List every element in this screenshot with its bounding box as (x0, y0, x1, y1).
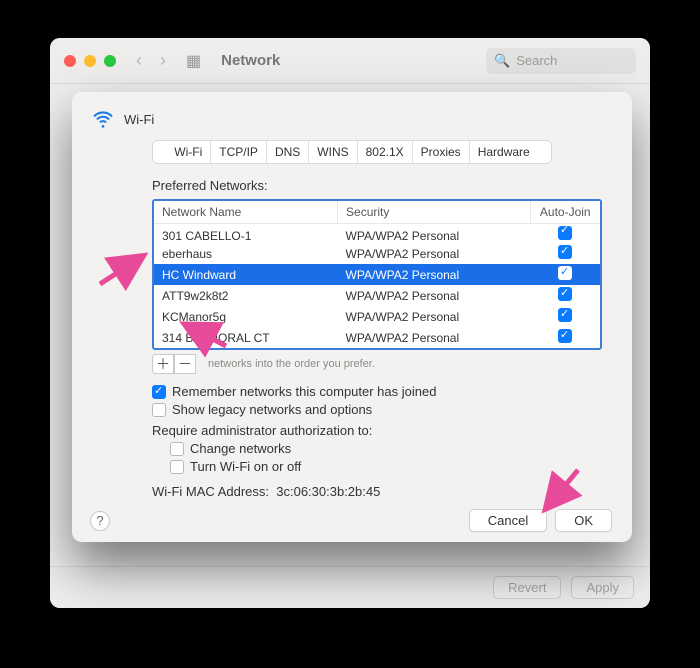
window-title: Network (221, 52, 280, 69)
preferred-networks-table[interactable]: Network Name Security Auto-Join 301 CABE… (152, 199, 602, 350)
remove-network-button[interactable]: － (174, 354, 196, 374)
titlebar: ‹ › ▦ Network 🔍 Search (50, 38, 650, 84)
preferred-networks-label: Preferred Networks: (152, 178, 602, 193)
window-controls[interactable] (64, 55, 116, 67)
require-admin-label: Require administrator authorization to: (152, 423, 372, 438)
search-input[interactable]: 🔍 Search (486, 48, 636, 74)
tab-hardware[interactable]: Hardware (469, 141, 538, 163)
tab-dns[interactable]: DNS (266, 141, 308, 163)
help-button[interactable]: ? (90, 511, 110, 531)
sheet-title: Wi-Fi (124, 112, 154, 127)
wifi-advanced-sheet: Wi-Fi Wi-Fi TCP/IP DNS WINS 802.1X Proxi… (72, 92, 632, 542)
search-placeholder: Search (516, 53, 557, 68)
forward-button[interactable]: › (160, 50, 166, 71)
tabbar[interactable]: Wi-Fi TCP/IP DNS WINS 802.1X Proxies Har… (152, 140, 552, 164)
table-row[interactable]: 301 CABELLO-1WPA/WPA2 Personal (154, 224, 600, 244)
col-auto-join[interactable]: Auto-Join (530, 201, 600, 224)
minimize-icon[interactable] (84, 55, 96, 67)
table-row[interactable]: HC WindwardWPA/WPA2 Personal (154, 264, 600, 285)
close-icon[interactable] (64, 55, 76, 67)
col-network-name[interactable]: Network Name (154, 201, 338, 224)
apply-button[interactable]: Apply (571, 576, 634, 599)
show-legacy-label: Show legacy networks and options (172, 402, 372, 417)
col-security[interactable]: Security (338, 201, 530, 224)
tab-8021x[interactable]: 802.1X (357, 141, 412, 163)
table-row[interactable]: KCManor5gWPA/WPA2 Personal (154, 306, 600, 327)
auto-join-checkbox[interactable] (558, 329, 572, 343)
remember-networks-label: Remember networks this computer has join… (172, 384, 436, 399)
prefs-footer: Revert Apply (50, 566, 650, 608)
change-networks-checkbox[interactable] (170, 442, 184, 456)
auto-join-checkbox[interactable] (558, 308, 572, 322)
table-row[interactable]: eberhausWPA/WPA2 Personal (154, 243, 600, 264)
add-network-button[interactable]: ＋ (152, 354, 174, 374)
show-all-icon[interactable]: ▦ (186, 51, 201, 71)
cancel-button[interactable]: Cancel (469, 509, 547, 532)
turn-wifi-label: Turn Wi-Fi on or off (190, 459, 301, 474)
back-button[interactable]: ‹ (136, 50, 142, 71)
auto-join-checkbox[interactable] (558, 226, 572, 240)
mac-address-value: 3c:06:30:3b:2b:45 (276, 484, 380, 499)
tab-wifi[interactable]: Wi-Fi (166, 141, 210, 163)
mac-address-label: Wi-Fi MAC Address: (152, 484, 269, 499)
auto-join-checkbox[interactable] (558, 266, 572, 280)
tab-tcpip[interactable]: TCP/IP (210, 141, 266, 163)
ok-button[interactable]: OK (555, 509, 612, 532)
zoom-icon[interactable] (104, 55, 116, 67)
auto-join-checkbox[interactable] (558, 245, 572, 259)
tab-wins[interactable]: WINS (308, 141, 356, 163)
table-row[interactable]: ATT9w2k8t2WPA/WPA2 Personal (154, 285, 600, 306)
remember-networks-checkbox[interactable] (152, 385, 166, 399)
wifi-icon (92, 108, 114, 130)
show-legacy-checkbox[interactable] (152, 403, 166, 417)
drag-hint: networks into the order you prefer. (208, 358, 375, 370)
table-row[interactable]: 314 BALMORAL CTWPA/WPA2 Personal (154, 327, 600, 348)
tab-proxies[interactable]: Proxies (412, 141, 469, 163)
change-networks-label: Change networks (190, 441, 291, 456)
turn-wifi-checkbox[interactable] (170, 460, 184, 474)
search-icon: 🔍 (494, 53, 510, 69)
auto-join-checkbox[interactable] (558, 287, 572, 301)
revert-button[interactable]: Revert (493, 576, 561, 599)
